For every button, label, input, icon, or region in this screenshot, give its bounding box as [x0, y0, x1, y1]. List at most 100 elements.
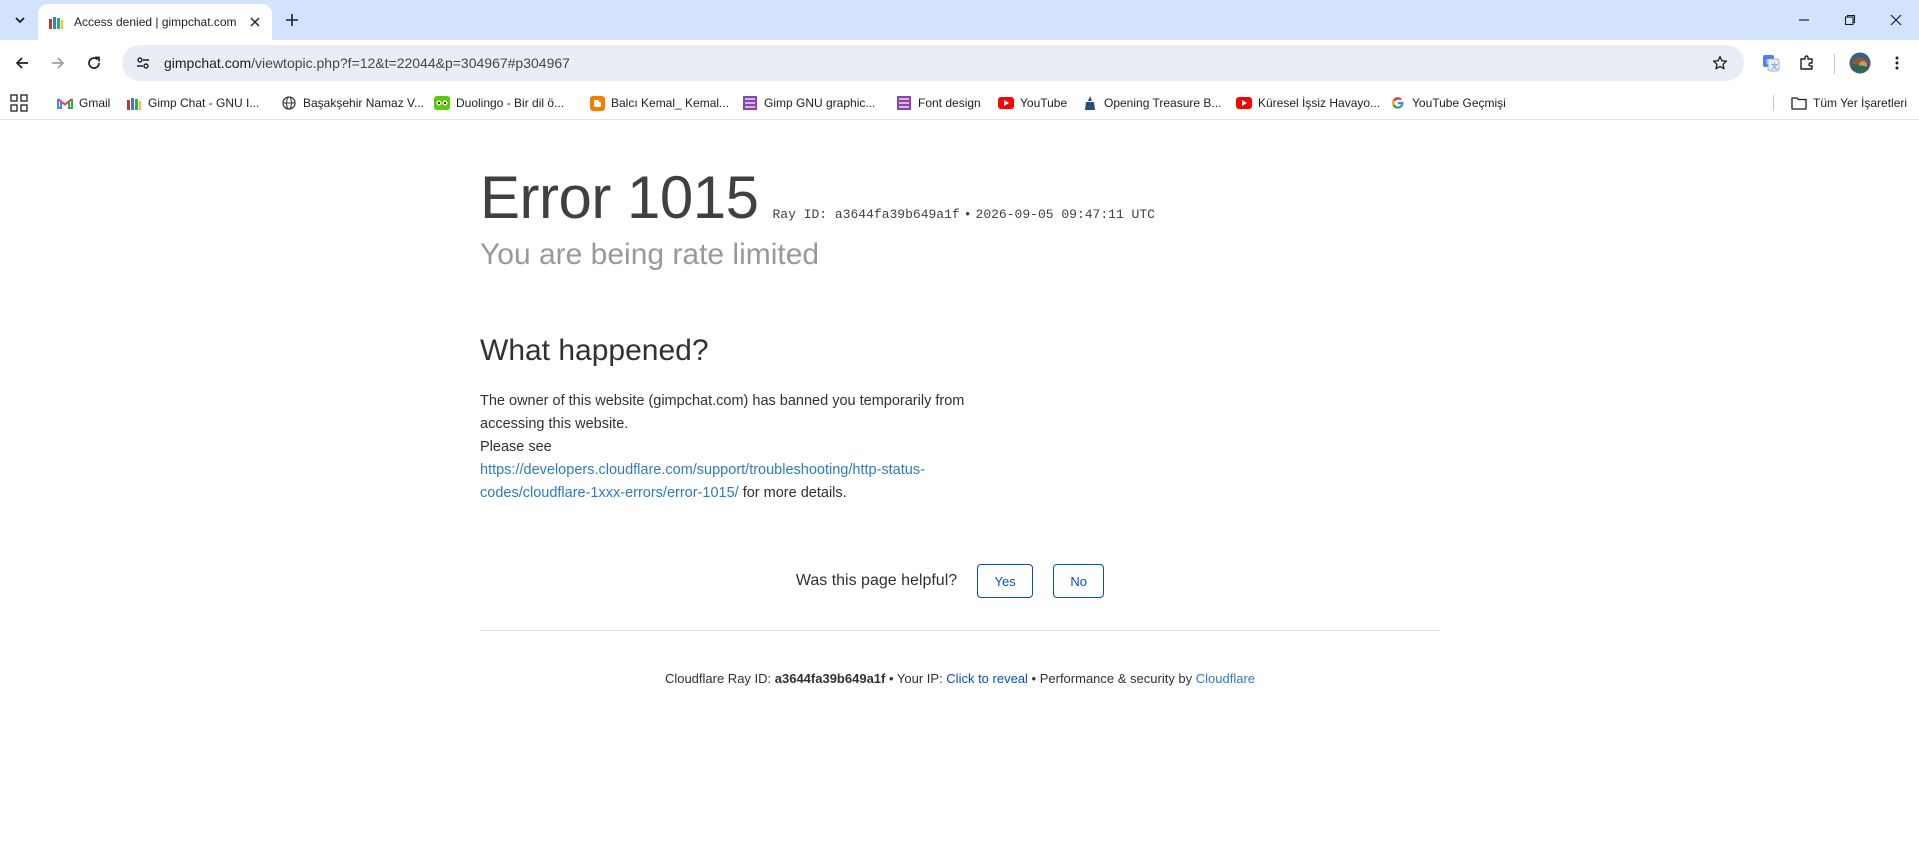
reload-button[interactable] — [82, 51, 106, 75]
bookmark-label: YouTube Geçmişi — [1412, 96, 1506, 110]
translate-extension-button[interactable]: G文 — [1759, 51, 1783, 75]
plus-icon — [286, 14, 298, 26]
cloudflare-docs-link[interactable]: https://developers.cloudflare.com/suppor… — [480, 462, 925, 501]
feedback-yes-button[interactable]: Yes — [977, 564, 1034, 598]
back-button[interactable] — [10, 51, 34, 75]
close-window-button[interactable] — [1873, 0, 1919, 40]
site-info-icon[interactable] — [132, 52, 154, 74]
folder-icon — [1791, 95, 1807, 111]
footer-perf-label: Performance & security by — [1039, 671, 1196, 686]
google-icon — [1390, 95, 1406, 111]
address-bar[interactable]: gimpchat.com/viewtopic.php?f=12&t=22044&… — [122, 45, 1744, 81]
treasure-icon — [1082, 95, 1098, 111]
bookmark-star-icon[interactable] — [1710, 53, 1730, 73]
gimp-chat-favicon-icon — [48, 14, 64, 30]
footer-divider — [480, 630, 1440, 631]
what-happened-heading: What happened? — [480, 334, 709, 367]
feedback-section: Was this page helpful? Yes No — [480, 564, 1440, 598]
bookmark-gimp-chat[interactable]: Gimp Chat - GNU I... — [126, 94, 259, 112]
error-header: Error 1015 Ray ID: a3644fa39b649a1f • 2026… — [480, 168, 1155, 228]
tab-strip: Access denied | gimpchat.com — [0, 0, 1919, 40]
bookmark-youtube-history[interactable]: YouTube Geçmişi — [1390, 94, 1506, 112]
ban-explanation: The owner of this website (gimpchat.com)… — [480, 393, 965, 432]
what-happened-text: The owner of this website (gimpchat.com)… — [480, 390, 980, 505]
chevron-down-icon — [15, 17, 25, 24]
footer-sep: • — [1027, 671, 1040, 686]
minimize-icon — [1799, 19, 1809, 21]
footer-sep: • — [885, 671, 897, 686]
error-code: Error 1015 — [480, 164, 759, 231]
gimp-icon — [742, 95, 758, 111]
bookmark-kuresel-issiz[interactable]: Küresel İşsiz Havayo... — [1236, 94, 1380, 112]
browser-menu-button[interactable] — [1885, 51, 1909, 75]
new-tab-button[interactable] — [282, 10, 302, 30]
gimp-chat-icon — [126, 95, 142, 111]
apps-grid-icon[interactable] — [10, 94, 28, 112]
bookmark-youtube[interactable]: YouTube — [998, 94, 1067, 112]
bookmarks-bar: Gmail Gimp Chat - GNU I... Başakşehir Na… — [0, 86, 1919, 120]
restore-button[interactable] — [1827, 0, 1873, 40]
bookmark-font-design[interactable]: Font design — [896, 94, 981, 112]
font-design-icon — [896, 95, 912, 111]
please-see: Please see https://developers.cloudflare.… — [480, 436, 980, 505]
toolbar-divider — [1834, 54, 1835, 74]
url-host: gimpchat.com — [164, 55, 252, 71]
bookmark-gmail[interactable]: Gmail — [57, 94, 110, 112]
arrow-right-icon — [52, 57, 65, 69]
bookmark-all-bookmarks[interactable]: Tüm Yer İşaretleri — [1791, 94, 1907, 112]
footer-ray-label: Cloudflare Ray ID: — [664, 671, 775, 686]
bookmark-label: Gimp Chat - GNU I... — [148, 96, 260, 110]
feedback-question: Was this page helpful? — [795, 572, 958, 589]
bookmark-label: Gimp GNU graphic... — [764, 96, 876, 110]
ray-id: Ray ID: a3644fa39b649a1f — [772, 207, 960, 222]
svg-text:文: 文 — [1771, 62, 1778, 71]
footer-ip-label: Your IP: — [896, 671, 947, 686]
restore-icon — [1844, 14, 1856, 26]
bookmark-label: Duolingo - Bir dil ö... — [456, 96, 565, 110]
bookmark-label: Küresel İşsiz Havayo... — [1258, 96, 1381, 110]
feedback-no-button[interactable]: No — [1053, 564, 1105, 598]
google-translate-icon: G文 — [1763, 55, 1780, 72]
avatar — [1849, 52, 1871, 74]
bookmark-basaksehir[interactable]: Başakşehir Namaz V... — [281, 94, 424, 112]
window-controls — [1781, 0, 1919, 40]
browser-toolbar: gimpchat.com/viewtopic.php?f=12&t=22044&… — [0, 40, 1919, 86]
cloudflare-link[interactable]: Cloudflare — [1196, 671, 1255, 686]
bookmark-label: Gmail — [79, 96, 111, 110]
gmail-icon — [57, 95, 73, 111]
tab-close-icon[interactable] — [246, 13, 264, 31]
globe-icon — [281, 95, 297, 111]
tab-title: Access denied | gimpchat.com — [74, 15, 237, 29]
url-path: /viewtopic.php?f=12&t=22044&p=304967#p30… — [251, 55, 570, 71]
bookmark-label: Balcı Kemal_ Kemal... — [611, 96, 730, 110]
duolingo-icon — [434, 95, 450, 111]
reload-icon — [88, 56, 100, 69]
arrow-left-icon — [15, 57, 28, 69]
extensions-button[interactable] — [1795, 51, 1819, 75]
bookmark-gimp-gnu[interactable]: Gimp GNU graphic... — [742, 94, 875, 112]
footer-ray-id: a3644fa39b649a1f — [774, 671, 886, 686]
minimize-button[interactable] — [1781, 0, 1827, 40]
bookmark-label: Opening Treasure B... — [1104, 96, 1222, 110]
reveal-ip-button[interactable]: Click to reveal — [946, 671, 1028, 686]
please-see-label: Please see — [480, 439, 552, 455]
bookmark-blogger[interactable]: Balcı Kemal_ Kemal... — [589, 94, 729, 112]
bookmark-label: YouTube — [1020, 96, 1068, 110]
all-bookmarks-label: Tüm Yer İşaretleri — [1813, 96, 1908, 110]
youtube-icon — [1236, 95, 1252, 111]
error-subtitle: You are being rate limited — [480, 238, 820, 271]
tab-search-button[interactable] — [8, 8, 32, 32]
close-icon — [1890, 14, 1902, 26]
bookmarks-separator — [1773, 95, 1774, 111]
url-text: gimpchat.com/viewtopic.php?f=12&t=22044&… — [164, 55, 570, 71]
bookmark-label: Başakşehir Namaz V... — [303, 96, 424, 110]
cloudflare-footer: Cloudflare Ray ID: a3644fa39b649a1f • Yo… — [480, 671, 1440, 686]
forward-button[interactable] — [46, 51, 70, 75]
bookmark-opening-treasure[interactable]: Opening Treasure B... — [1082, 94, 1221, 112]
bookmark-duolingo[interactable]: Duolingo - Bir dil ö... — [434, 94, 564, 112]
error-timestamp: 2026-09-05 09:47:11 UTC — [975, 207, 1155, 222]
tab-active[interactable]: Access denied | gimpchat.com — [38, 4, 272, 40]
bookmark-label: Font design — [918, 96, 981, 110]
more-vertical-icon — [1895, 56, 1899, 70]
profile-button[interactable] — [1848, 51, 1872, 75]
